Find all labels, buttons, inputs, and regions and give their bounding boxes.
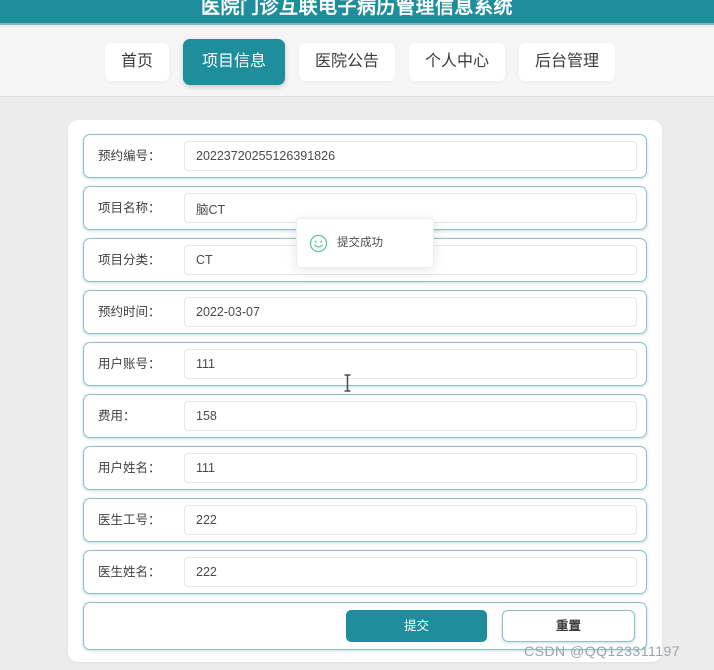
field-label-user-account: 用户账号： [98,357,161,371]
nav-item-project-info[interactable]: 项目信息 [182,38,285,85]
field-label-project-name: 项目名称： [98,201,161,215]
field-label-appointment-number: 预约编号： [98,149,161,163]
csdn-watermark: CSDN @QQ123311197 [524,643,681,659]
appointment-number-input[interactable]: 20223720255126391826 [184,141,637,171]
nav-item-home[interactable]: 首页 [104,42,169,81]
toast-message: 提交成功 [337,237,383,249]
field-row-appointment-time: 预约时间： 2022-03-07 [83,290,647,334]
user-name-input[interactable]: 111 [184,453,637,483]
doctor-name-input[interactable]: 222 [184,557,637,587]
success-toast: 提交成功 [296,218,434,268]
site-header: 医院门诊互联电子病历管理信息系统 [0,0,714,25]
nav-list: 首页 项目信息 医院公告 个人中心 后台管理 [104,38,616,85]
field-label-doctor-id: 医生工号： [98,513,161,527]
nav-item-admin-management[interactable]: 后台管理 [519,42,616,81]
page-title: 医院门诊互联电子病历管理信息系统 [200,0,513,18]
field-row-user-name: 用户姓名： 111 [83,446,647,490]
field-label-fee: 费用： [98,409,136,423]
user-account-input[interactable]: 111 [184,349,637,379]
main-navigation: 首页 项目信息 医院公告 个人中心 后台管理 [0,27,714,97]
smiley-face-icon [309,234,328,253]
doctor-id-input[interactable]: 222 [184,505,637,535]
field-row-doctor-id: 医生工号： 222 [83,498,647,542]
field-row-user-account: 用户账号： 111 [83,342,647,386]
appointment-time-input[interactable]: 2022-03-07 [184,297,637,327]
field-row-doctor-name: 医生姓名： 222 [83,550,647,594]
submit-button[interactable]: 提交 [346,610,487,642]
field-row-appointment-number: 预约编号： 20223720255126391826 [83,134,647,178]
field-row-fee: 费用： 158 [83,394,647,438]
reset-button[interactable]: 重置 [502,610,635,642]
fee-input[interactable]: 158 [184,401,637,431]
field-label-user-name: 用户姓名： [98,461,161,475]
appointment-form-card: 预约编号： 20223720255126391826 项目名称： 脑CT 项目分… [68,120,662,662]
nav-item-personal-center[interactable]: 个人中心 [409,42,506,81]
field-label-project-category: 项目分类： [98,253,161,267]
field-label-doctor-name: 医生姓名： [98,565,161,579]
nav-item-hospital-notice[interactable]: 医院公告 [298,42,395,81]
field-label-appointment-time: 预约时间： [98,305,161,319]
